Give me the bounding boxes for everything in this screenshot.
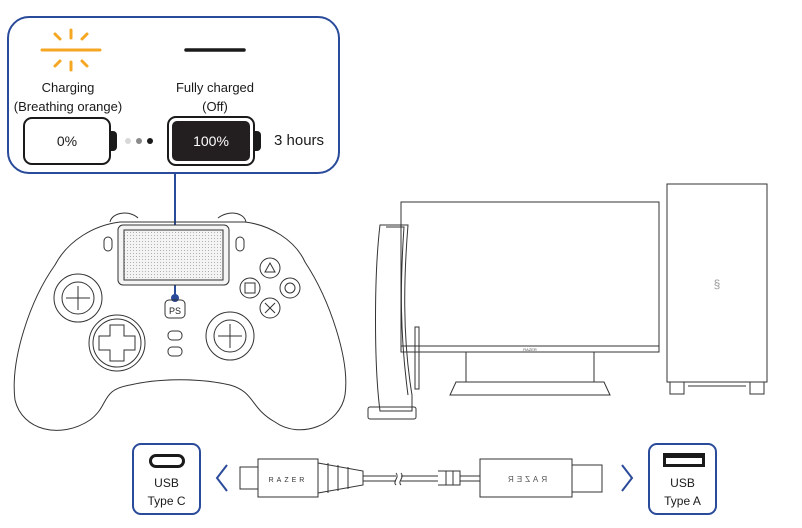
charge-duration: 3 hours	[274, 132, 325, 149]
desktop-pc-tower-illustration: §	[666, 183, 768, 395]
usb-a-line1: USB	[670, 476, 695, 490]
led-off-line-icon	[184, 48, 246, 52]
full-title: Fully charged	[175, 80, 255, 95]
usb-a-port-icon	[663, 453, 705, 467]
cable-brand-left: RAZER	[269, 477, 308, 484]
monitor-brand: RAZER	[523, 347, 537, 352]
chevron-right-icon	[621, 464, 634, 492]
usb-type-a-port-box: USB Type A	[648, 443, 717, 515]
battery-full: 100%	[167, 116, 255, 166]
chevron-left-icon	[215, 464, 228, 492]
charging-title: Charging	[41, 80, 95, 95]
cable-brand-right: RAZER	[505, 475, 547, 484]
monitor-illustration: RAZER	[400, 201, 660, 396]
battery-empty: 0%	[23, 117, 111, 165]
usb-cable-illustration: RAZER RAZER	[239, 458, 603, 498]
usb-type-c-port-box: USB Type C	[132, 443, 201, 515]
battery-full-terminal	[254, 131, 261, 151]
battery-empty-terminal	[110, 131, 117, 151]
progress-dot	[125, 138, 131, 144]
svg-text:§: §	[714, 277, 721, 291]
usb-c-port-icon	[149, 454, 185, 468]
usb-c-line2: Type C	[147, 494, 186, 508]
progress-dot	[147, 138, 153, 144]
battery-empty-label: 0%	[56, 133, 78, 149]
usb-a-line2: Type A	[664, 494, 701, 508]
full-subtitle: (Off)	[202, 99, 228, 114]
sun-burst-led-icon	[40, 28, 102, 72]
svg-text:PS: PS	[169, 306, 181, 316]
gamepad-controller-illustration: PS	[13, 212, 347, 431]
progress-dot	[136, 138, 142, 144]
charging-subtitle: (Breathing orange)	[13, 99, 123, 114]
usb-c-line1: USB	[154, 476, 179, 490]
battery-full-label: 100%	[193, 133, 229, 149]
